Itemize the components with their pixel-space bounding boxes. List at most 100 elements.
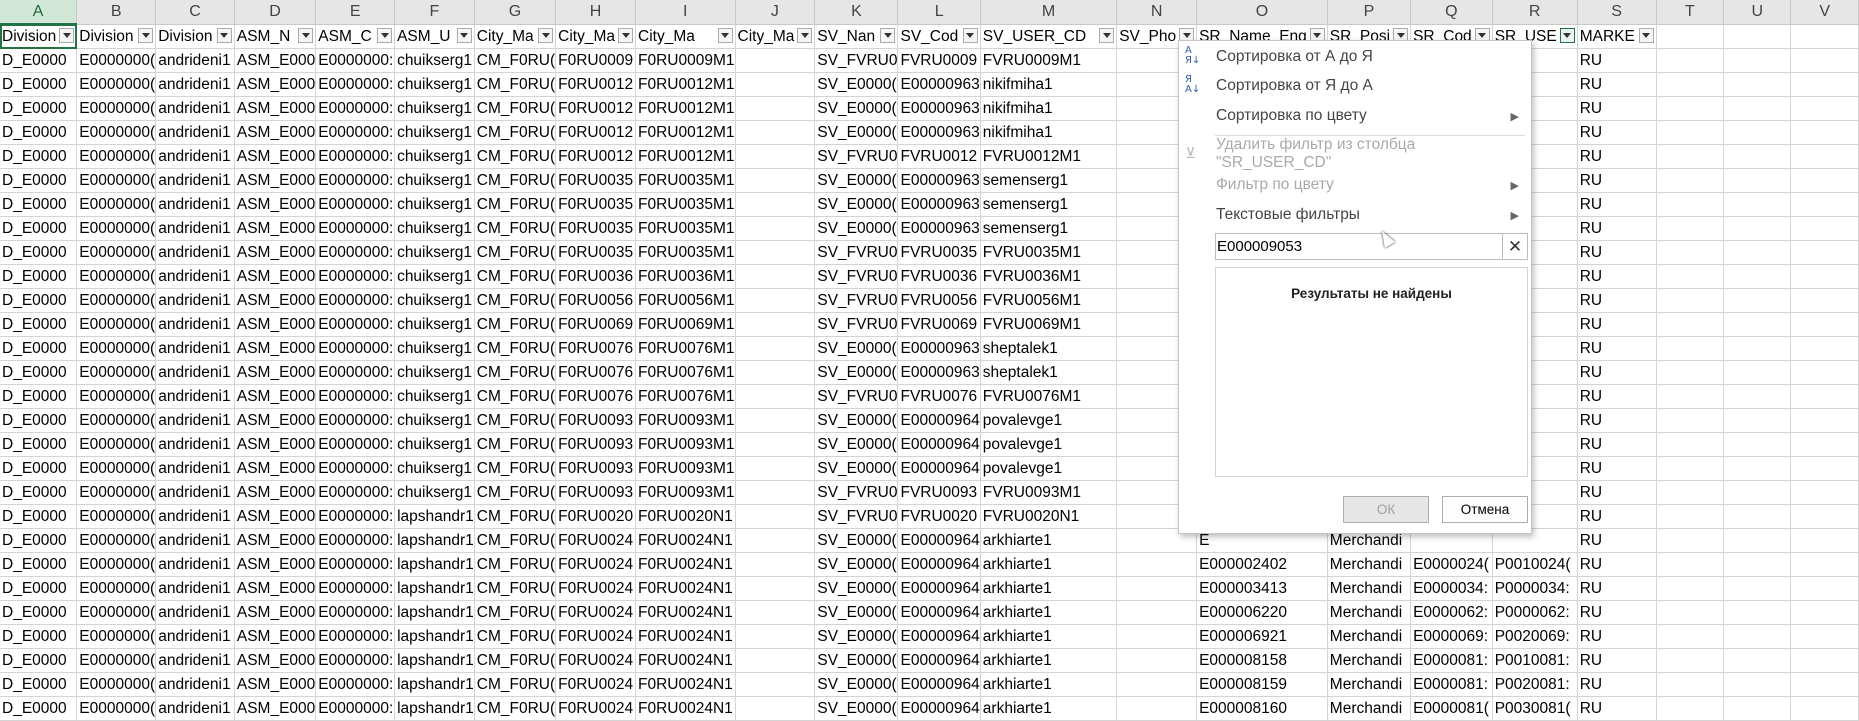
cell[interactable] [1723, 144, 1792, 169]
cell[interactable]: E0000000( [76, 360, 157, 385]
column-letter-c[interactable]: C [155, 0, 235, 25]
cell[interactable] [1790, 120, 1859, 145]
cell[interactable]: SV_E0000( [814, 360, 899, 385]
cell[interactable]: F0RU0076 [555, 384, 636, 409]
cell[interactable]: F0RU0024 [555, 576, 636, 601]
cell[interactable]: F0RU0093M1 [635, 456, 736, 481]
cell[interactable]: F0RU0035 [555, 240, 636, 265]
header-cell[interactable]: ASM_C [315, 24, 396, 49]
cell[interactable]: RU [1577, 408, 1657, 433]
cell[interactable]: F0RU0009M1 [635, 48, 736, 73]
cell[interactable]: ASM_E000 [234, 216, 317, 241]
cell[interactable]: ASM_E000 [234, 192, 317, 217]
cell[interactable]: P0000062: [1492, 600, 1578, 625]
cell[interactable]: SV_FVRU0 [814, 240, 899, 265]
cell[interactable] [1790, 408, 1859, 433]
header-cell[interactable]: Division [155, 24, 235, 49]
cell[interactable]: ASM_E000 [234, 336, 317, 361]
cell[interactable]: SV_E0000( [814, 624, 899, 649]
cell[interactable]: andrideni1 [155, 144, 235, 169]
cell[interactable] [735, 144, 816, 169]
cell[interactable] [1656, 432, 1725, 457]
cell[interactable]: E0000000( [76, 504, 157, 529]
column-letter-d[interactable]: D [234, 0, 317, 25]
column-letter-s[interactable]: S [1577, 0, 1657, 25]
cell[interactable]: E00000963 [897, 120, 981, 145]
ok-button[interactable]: ОК [1343, 496, 1429, 523]
cell[interactable]: F0RU0076 [555, 336, 636, 361]
cell[interactable]: E00000964 [897, 672, 981, 697]
cell[interactable]: CM_F0RU( [474, 624, 557, 649]
column-letter-g[interactable]: G [474, 0, 557, 25]
cell[interactable]: F0RU0076 [555, 360, 636, 385]
cell[interactable] [735, 240, 816, 265]
cell[interactable]: CM_F0RU( [474, 600, 557, 625]
cell[interactable]: nikifmiha1 [980, 72, 1118, 97]
cell[interactable] [1656, 576, 1725, 601]
cell[interactable]: E0000000( [76, 288, 157, 313]
cell[interactable]: Merchandi [1327, 600, 1412, 625]
cell[interactable]: SV_E0000( [814, 552, 899, 577]
cell[interactable]: andrideni1 [155, 192, 235, 217]
cell[interactable] [1790, 528, 1859, 553]
cell[interactable]: RU [1577, 552, 1657, 577]
cell[interactable]: P0010081: [1492, 648, 1578, 673]
cell[interactable]: E000008159 [1196, 672, 1328, 697]
cell[interactable]: povalevge1 [980, 432, 1118, 457]
column-letter-f[interactable]: F [394, 0, 475, 25]
cell[interactable]: arkhiarte1 [980, 672, 1118, 697]
cell[interactable]: E0000000: [315, 48, 396, 73]
cell[interactable]: SV_E0000( [814, 528, 899, 553]
cell[interactable]: chuikserg1 [394, 288, 475, 313]
cell[interactable] [1790, 216, 1859, 241]
cell[interactable]: CM_F0RU( [474, 648, 557, 673]
cell[interactable]: arkhiarte1 [980, 528, 1118, 553]
cell[interactable]: ASM_E000 [234, 504, 317, 529]
cell[interactable]: E00000964 [897, 408, 981, 433]
cell[interactable] [735, 408, 816, 433]
cell[interactable]: P0020069: [1492, 624, 1578, 649]
cell[interactable]: nikifmiha1 [980, 120, 1118, 145]
cell[interactable]: arkhiarte1 [980, 576, 1118, 601]
cell[interactable]: FVRU0093M1 [980, 480, 1118, 505]
cell[interactable]: E0000000: [315, 456, 396, 481]
cell[interactable]: FVRU0035 [897, 240, 981, 265]
cell[interactable]: andrideni1 [155, 504, 235, 529]
cell[interactable] [1656, 480, 1725, 505]
cell[interactable]: chuikserg1 [394, 264, 475, 289]
cell[interactable]: SV_E0000( [814, 336, 899, 361]
cell[interactable]: andrideni1 [155, 600, 235, 625]
cell[interactable] [1790, 240, 1859, 265]
cell[interactable]: F0RU0093 [555, 456, 636, 481]
cell[interactable] [1656, 504, 1725, 529]
cell[interactable] [1656, 168, 1725, 193]
cell[interactable]: andrideni1 [155, 624, 235, 649]
cell[interactable]: CM_F0RU( [474, 312, 557, 337]
cell[interactable]: SV_E0000( [814, 672, 899, 697]
filter-dropdown-icon[interactable] [138, 27, 154, 43]
cell[interactable]: E0000000( [76, 456, 157, 481]
cell[interactable]: D_E0000 [0, 480, 78, 505]
cell[interactable]: E0000000( [76, 336, 157, 361]
cell[interactable]: SV_E0000( [814, 456, 899, 481]
cell[interactable]: RU [1577, 72, 1657, 97]
cell[interactable] [1656, 360, 1725, 385]
cell[interactable]: E000008158 [1196, 648, 1328, 673]
cell[interactable]: F0RU0093M1 [635, 480, 736, 505]
cell[interactable] [1723, 336, 1792, 361]
cell[interactable]: E0000000: [315, 624, 396, 649]
cell[interactable]: chuikserg1 [394, 336, 475, 361]
cell[interactable]: D_E0000 [0, 48, 78, 73]
cell[interactable]: ASM_E000 [234, 648, 317, 673]
cell[interactable] [1723, 240, 1792, 265]
column-letter-q[interactable]: Q [1410, 0, 1493, 25]
cell[interactable]: SV_FVRU0 [814, 504, 899, 529]
cell[interactable] [1723, 384, 1792, 409]
cell[interactable]: arkhiarte1 [980, 648, 1118, 673]
cell[interactable]: lapshandr1 [394, 672, 475, 697]
cell[interactable] [1790, 624, 1859, 649]
cell[interactable]: E0000000( [76, 312, 157, 337]
cell[interactable]: E0000000( [76, 96, 157, 121]
cell[interactable]: E0000000: [315, 96, 396, 121]
cell[interactable] [1790, 648, 1859, 673]
